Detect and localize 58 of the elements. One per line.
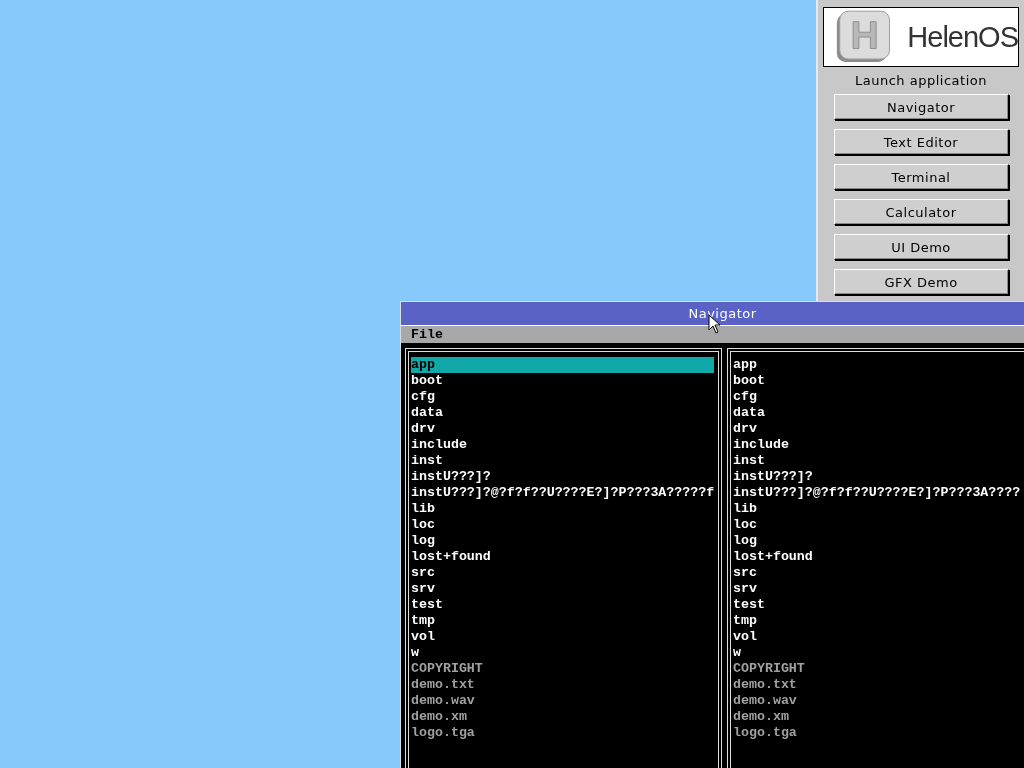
file-entry[interactable]: data xyxy=(733,405,1024,421)
file-entry[interactable]: instU???]? xyxy=(411,469,714,485)
file-entry[interactable]: app xyxy=(411,357,714,373)
file-entry[interactable]: boot xyxy=(411,373,714,389)
file-entry[interactable]: demo.xm xyxy=(411,709,714,725)
file-entry[interactable]: demo.txt xyxy=(733,677,1024,693)
file-entry[interactable]: COPYRIGHT xyxy=(733,661,1024,677)
launch-button[interactable]: GFX Demo xyxy=(833,269,1009,295)
file-entry[interactable]: inst xyxy=(733,453,1024,469)
file-entry[interactable]: log xyxy=(733,533,1024,549)
file-entry[interactable]: src xyxy=(411,565,714,581)
file-entry[interactable]: lib xyxy=(733,501,1024,517)
file-entry[interactable]: lib xyxy=(411,501,714,517)
file-entry[interactable]: cfg xyxy=(411,389,714,405)
file-entry[interactable]: instU???]? xyxy=(733,469,1024,485)
file-entry[interactable]: test xyxy=(733,597,1024,613)
file-entry[interactable]: include xyxy=(733,437,1024,453)
file-entry[interactable]: drv xyxy=(411,421,714,437)
launcher-heading: Launch application xyxy=(855,73,987,88)
file-entry[interactable]: srv xyxy=(733,581,1024,597)
launch-button[interactable]: Calculator xyxy=(833,199,1009,225)
file-entry[interactable]: vol xyxy=(411,629,714,645)
file-entry[interactable]: data xyxy=(411,405,714,421)
file-entry[interactable]: vol xyxy=(733,629,1024,645)
file-entry[interactable]: instU???]?@?f?f??U????E?]?P???3A???? xyxy=(733,485,1024,501)
menu-item[interactable]: File xyxy=(411,327,443,342)
file-entry[interactable]: boot xyxy=(733,373,1024,389)
file-entry[interactable]: loc xyxy=(411,517,714,533)
launch-button[interactable]: Text Editor xyxy=(833,129,1009,155)
file-entry[interactable]: logo.tga xyxy=(411,725,714,741)
file-entry[interactable]: demo.txt xyxy=(411,677,714,693)
file-entry[interactable]: tmp xyxy=(733,613,1024,629)
file-entry[interactable]: app xyxy=(733,357,1024,373)
file-entry[interactable]: demo.wav xyxy=(733,693,1024,709)
file-entry[interactable]: demo.xm xyxy=(733,709,1024,725)
file-entry[interactable]: COPYRIGHT xyxy=(411,661,714,677)
file-entry[interactable]: w xyxy=(411,645,714,661)
file-entry[interactable]: srv xyxy=(411,581,714,597)
file-entry[interactable]: demo.wav xyxy=(411,693,714,709)
file-entry[interactable]: logo.tga xyxy=(733,725,1024,741)
launch-button[interactable]: Navigator xyxy=(833,94,1009,120)
file-entry[interactable]: cfg xyxy=(733,389,1024,405)
launch-button[interactable]: UI Demo xyxy=(833,234,1009,260)
launch-button[interactable]: Terminal xyxy=(833,164,1009,190)
file-entry[interactable]: log xyxy=(411,533,714,549)
file-entry[interactable]: include xyxy=(411,437,714,453)
file-entry[interactable]: lost+found xyxy=(733,549,1024,565)
file-entry[interactable]: lost+found xyxy=(411,549,714,565)
file-entry[interactable]: loc xyxy=(733,517,1024,533)
window-title: Navigator xyxy=(688,306,757,321)
file-entry[interactable]: src xyxy=(733,565,1024,581)
file-entry[interactable]: drv xyxy=(733,421,1024,437)
file-entry[interactable]: w xyxy=(733,645,1024,661)
file-entry[interactable]: inst xyxy=(411,453,714,469)
file-entry[interactable]: tmp xyxy=(411,613,714,629)
file-entry[interactable]: test xyxy=(411,597,714,613)
logo-text: HelenOS xyxy=(907,20,1018,54)
file-entry[interactable]: instU???]?@?f?f??U????E?]?P???3A?????f xyxy=(411,485,714,501)
